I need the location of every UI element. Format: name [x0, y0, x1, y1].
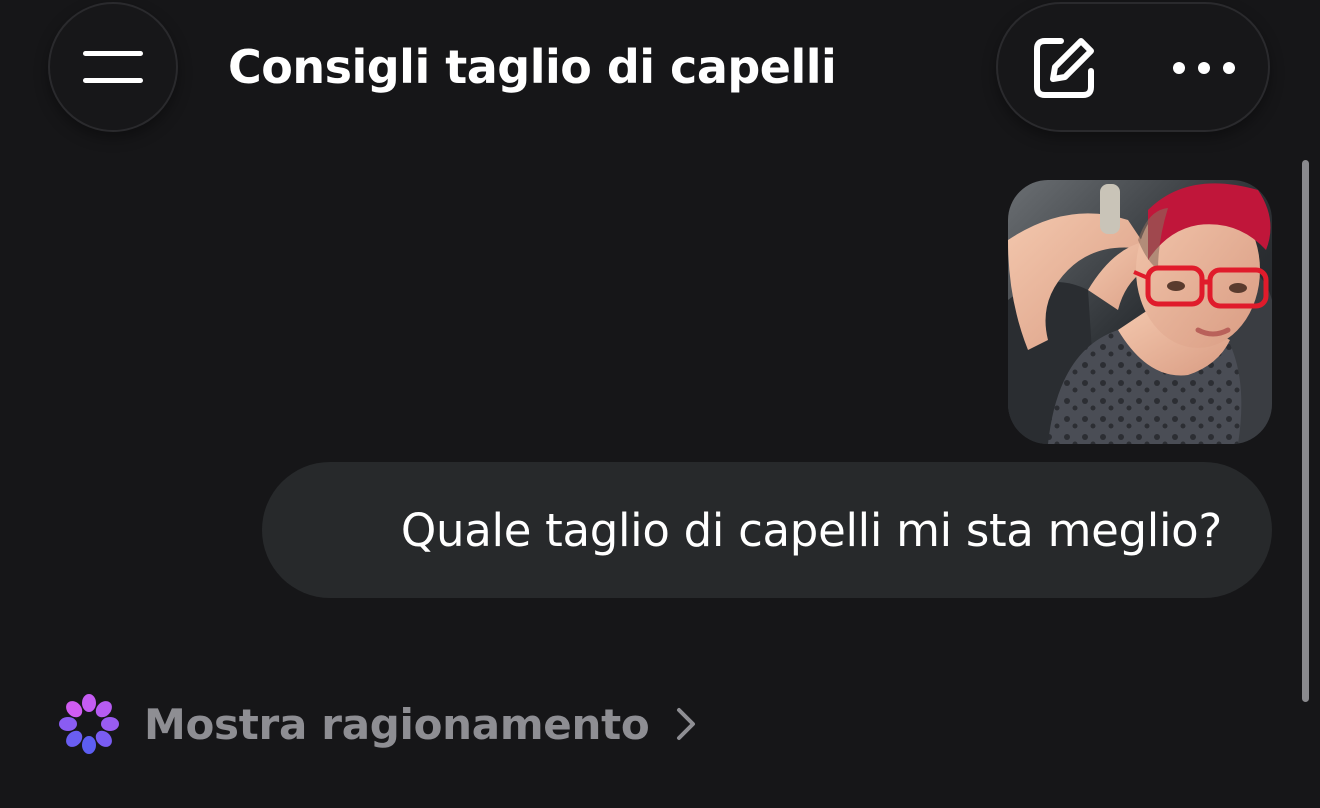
user-message-text: Quale taglio di capelli mi sta meglio? [400, 503, 1222, 557]
user-message-bubble[interactable]: Quale taglio di capelli mi sta meglio? [262, 462, 1272, 598]
more-horizontal-icon [1173, 62, 1235, 74]
more-options-button[interactable] [1164, 30, 1244, 106]
header-actions [996, 2, 1270, 132]
chat-screen: Consigli taglio di capelli Quale taglio … [0, 0, 1320, 808]
show-reasoning-button[interactable]: Mostra ragionamento [56, 686, 697, 762]
sparkle-flower-icon [59, 694, 119, 754]
attached-photo[interactable] [1008, 180, 1272, 444]
hamburger-menu-icon [83, 51, 143, 83]
chevron-right-icon [675, 707, 697, 741]
show-reasoning-label: Mostra ragionamento [144, 699, 650, 749]
chat-title: Consigli taglio di capelli [228, 40, 837, 94]
new-chat-button[interactable] [1026, 30, 1102, 106]
compose-edit-icon [1034, 38, 1094, 98]
photo-thumbnail [1008, 180, 1272, 444]
scrollbar[interactable] [1302, 160, 1309, 702]
menu-button[interactable] [48, 2, 178, 132]
